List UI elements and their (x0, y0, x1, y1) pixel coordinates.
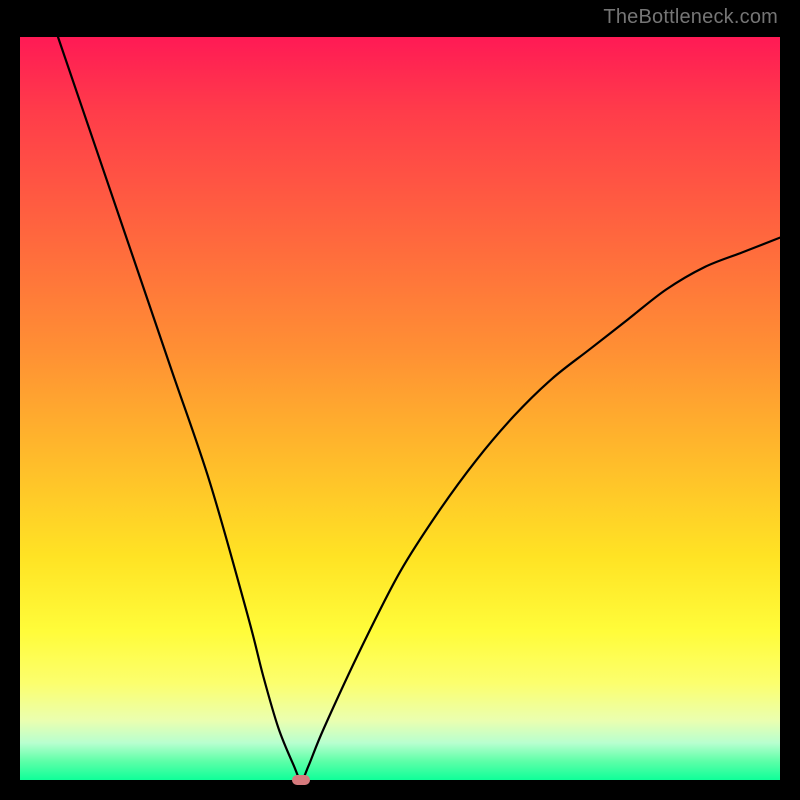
watermark-text: TheBottleneck.com (603, 6, 778, 29)
curve-svg (20, 37, 780, 780)
bottleneck-curve (58, 37, 780, 780)
plot-area (20, 37, 780, 780)
minimum-marker (292, 775, 310, 785)
chart-frame: TheBottleneck.com (0, 0, 800, 800)
